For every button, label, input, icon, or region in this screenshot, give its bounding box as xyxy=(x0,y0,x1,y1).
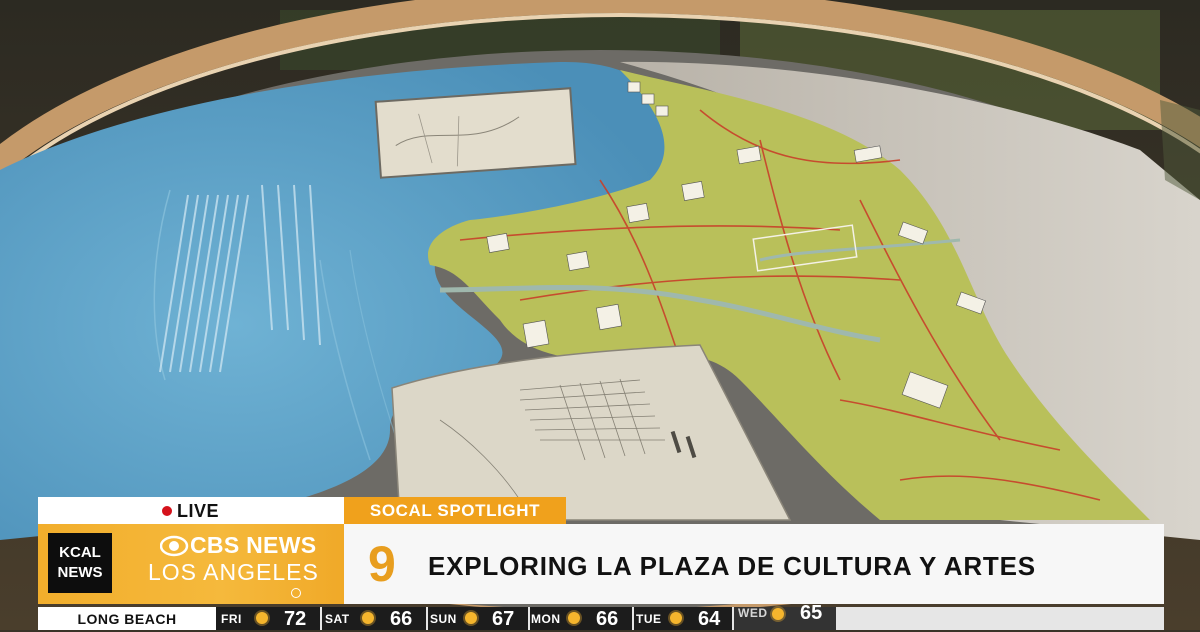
forecast-temp: 66 xyxy=(596,608,619,630)
kcal-logo-line2: NEWS xyxy=(57,564,103,581)
forecast-day: FRI xyxy=(221,612,242,626)
brand-line1: CBS NEWS xyxy=(190,532,317,558)
ticker-city: LONG BEACH xyxy=(77,611,177,627)
forecast-temp: 67 xyxy=(492,608,515,630)
segment-label: SOCAL SPOTLIGHT xyxy=(369,501,541,520)
live-label: LIVE xyxy=(177,501,220,521)
live-indicator-dot xyxy=(162,506,172,516)
sun-icon xyxy=(670,612,682,624)
kcal-logo-line1: KCAL xyxy=(59,544,101,561)
forecast-temp: 66 xyxy=(390,608,413,630)
sun-icon xyxy=(465,612,477,624)
forecast-day: TUE xyxy=(636,612,662,626)
brand-line2: LOS ANGELES xyxy=(148,559,319,585)
channel-number: 9 xyxy=(368,536,396,592)
sun-icon xyxy=(256,612,268,624)
forecast-day: WED xyxy=(738,606,768,620)
signal-icon xyxy=(291,588,301,598)
headline: EXPLORING LA PLAZA DE CULTURA Y ARTES xyxy=(428,551,1036,581)
sun-icon xyxy=(772,608,784,620)
forecast-temp: 64 xyxy=(698,608,721,630)
forecast-day: MON xyxy=(531,612,561,626)
forecast-day: SAT xyxy=(325,612,350,626)
forecast-day: SUN xyxy=(430,612,457,626)
forecast-temp: 72 xyxy=(284,608,307,630)
forecast-temp: 65 xyxy=(800,602,823,624)
kcal-logo-text: KCAL NEWS xyxy=(48,543,112,583)
sun-icon xyxy=(362,612,374,624)
sun-icon xyxy=(568,612,580,624)
